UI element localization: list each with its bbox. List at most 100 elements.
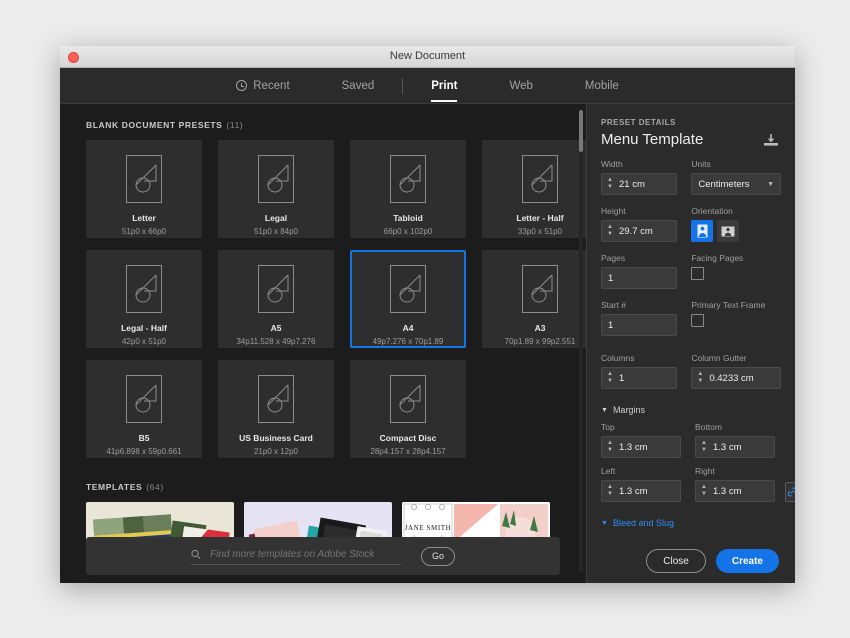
width-value: 21 cm <box>619 178 645 190</box>
tab-print[interactable]: Print <box>405 68 483 104</box>
preset-name-title: Menu Template <box>601 131 704 148</box>
preset-card-dims: 70p1.89 x 99p2.551 <box>504 337 576 346</box>
height-field: Height ▲ ▼ 29.7 cm <box>601 206 678 242</box>
pages-field: Pages 1 <box>601 253 678 289</box>
margin-bottom-input[interactable]: ▲ ▼ 1.3 cm <box>695 436 775 458</box>
margins-link-button[interactable] <box>785 482 795 502</box>
column-gutter-label: Column Gutter <box>691 353 747 363</box>
pages-input[interactable]: 1 <box>601 267 678 289</box>
pages-label: Pages <box>601 253 626 263</box>
blank-presets-count: (11) <box>226 120 244 130</box>
new-document-dialog: New Document Recent Saved Print Web Mobi… <box>60 46 795 583</box>
preset-card-name: Letter - Half <box>516 212 564 223</box>
chevron-down-icon: ▼ <box>601 406 608 414</box>
save-preset-icon[interactable] <box>763 133 779 147</box>
columns-stepper[interactable]: ▲ ▼ <box>604 371 616 384</box>
page-glyph <box>531 164 553 193</box>
preset-card-dims: 21p0 x 12p0 <box>253 447 299 456</box>
margin-right-input[interactable]: ▲ ▼ 1.3 cm <box>695 480 775 502</box>
preset-card[interactable]: Tabloid 66p0 x 102p0 <box>350 140 466 238</box>
tab-recent[interactable]: Recent <box>210 68 315 104</box>
margin-left-right-row: Left ▲ ▼ 1.3 cm Right ▲ ▼ 1.3 cm <box>601 466 775 502</box>
column-gutter-stepper[interactable]: ▲ ▼ <box>694 371 706 384</box>
preset-card[interactable]: Compact Disc 28p4.157 x 28p4.157 <box>350 360 466 458</box>
tab-mobile[interactable]: Mobile <box>559 68 645 104</box>
margins-block: Top ▲ ▼ 1.3 cm Bottom ▲ ▼ 1.3 cm Left ▲ … <box>601 415 795 502</box>
bleed-slug-disclosure[interactable]: ▼ Bleed and Slug <box>601 518 781 528</box>
page-glyph <box>267 384 289 413</box>
create-button[interactable]: Create <box>715 549 779 573</box>
margin-left-input[interactable]: ▲ ▼ 1.3 cm <box>601 480 681 502</box>
preset-card[interactable]: A3 70p1.89 x 99p2.551 <box>482 250 586 348</box>
preset-details-pane: PRESET DETAILS Menu Template Width ▲ ▼ 2… <box>586 104 795 583</box>
margin-top-input[interactable]: ▲ ▼ 1.3 cm <box>601 436 681 458</box>
preset-card[interactable]: Letter - Half 33p0 x 51p0 <box>482 140 586 238</box>
primary-text-frame-checkbox[interactable] <box>691 314 705 327</box>
preset-details-heading: PRESET DETAILS <box>601 118 676 127</box>
preset-card-dims: 66p0 x 102p0 <box>383 227 433 236</box>
margin-left-stepper[interactable]: ▲ ▼ <box>604 484 616 497</box>
preset-card-dims: 33p0 x 51p0 <box>517 227 563 236</box>
preset-card-dims: 34p11.528 x 49p7.276 <box>236 337 316 346</box>
document-page-icon <box>126 265 162 313</box>
preset-card-dims: 28p4.157 x 28p4.157 <box>370 447 446 456</box>
tab-saved-label: Saved <box>341 79 375 92</box>
orientation-field: Orientation <box>691 206 781 242</box>
columns-gutter-row: Columns ▲ ▼ 1 Column Gutter ▲ ▼ 0.4233 cm <box>601 353 781 389</box>
presets-scrollbar-thumb[interactable] <box>579 110 583 152</box>
preset-card[interactable]: Legal - Half 42p0 x 51p0 <box>86 250 202 348</box>
preset-grid: Letter 51p0 x 66p0 Legal 51p0 x 84p0 Tabloid… <box>60 140 586 458</box>
adobe-stock-search-bar: Go <box>86 537 560 575</box>
margin-right-stepper[interactable]: ▲ ▼ <box>698 484 710 497</box>
start-primary-row: Start # 1 Primary Text Frame <box>601 300 781 336</box>
search-go-button[interactable]: Go <box>421 546 455 566</box>
blank-presets-heading: BLANK DOCUMENT PRESETS (11) <box>60 104 586 140</box>
tab-web[interactable]: Web <box>483 68 558 104</box>
orientation-portrait-button[interactable] <box>691 220 714 242</box>
start-number-input[interactable]: 1 <box>601 314 678 336</box>
document-page-icon <box>258 375 294 423</box>
portrait-icon <box>697 224 708 238</box>
width-stepper[interactable]: ▲ ▼ <box>604 177 616 190</box>
tab-bar: Recent Saved Print Web Mobile <box>60 68 795 104</box>
document-page-icon <box>258 265 294 313</box>
link-icon <box>787 487 795 497</box>
orientation-landscape-button[interactable] <box>717 220 740 242</box>
preset-card[interactable]: Legal 51p0 x 84p0 <box>218 140 334 238</box>
column-gutter-input[interactable]: ▲ ▼ 0.4233 cm <box>691 367 781 389</box>
margin-top-value: 1.3 cm <box>619 441 648 453</box>
title-bar: New Document <box>60 46 795 68</box>
preset-card-dims: 51p0 x 84p0 <box>253 227 299 236</box>
margins-disclosure[interactable]: ▼ Margins <box>601 405 781 415</box>
width-input[interactable]: ▲ ▼ 21 cm <box>601 173 678 195</box>
search-input-wrap[interactable] <box>191 547 401 565</box>
start-number-label: Start # <box>601 300 627 310</box>
search-input[interactable] <box>208 547 401 561</box>
orientation-label: Orientation <box>691 206 733 216</box>
document-page-icon <box>522 155 558 203</box>
presets-scrollbar[interactable] <box>579 110 583 572</box>
height-input[interactable]: ▲ ▼ 29.7 cm <box>601 220 678 242</box>
close-button[interactable]: Close <box>646 549 706 573</box>
preset-card[interactable]: A5 34p11.528 x 49p7.276 <box>218 250 334 348</box>
height-stepper[interactable]: ▲ ▼ <box>604 224 616 237</box>
units-label: Units <box>691 159 711 169</box>
units-select[interactable]: Centimeters ▼ <box>691 173 781 195</box>
columns-input[interactable]: ▲ ▼ 1 <box>601 367 678 389</box>
document-page-icon <box>126 155 162 203</box>
search-icon <box>191 549 201 559</box>
facing-pages-checkbox[interactable] <box>691 267 705 280</box>
preset-card[interactable]: Letter 51p0 x 66p0 <box>86 140 202 238</box>
margin-top-stepper[interactable]: ▲ ▼ <box>604 440 616 453</box>
preset-card-name: A4 <box>402 322 414 333</box>
page-glyph <box>267 274 289 303</box>
pages-facing-row: Pages 1 Facing Pages <box>601 253 781 289</box>
preset-card[interactable]: B5 41p6.898 x 59p0.661 <box>86 360 202 458</box>
tab-saved[interactable]: Saved <box>316 68 401 104</box>
margin-bottom-stepper[interactable]: ▲ ▼ <box>698 440 710 453</box>
preset-card[interactable]: US Business Card 21p0 x 12p0 <box>218 360 334 458</box>
preset-card[interactable]: A4 49p7.276 x 70p1.89 <box>350 250 466 348</box>
document-page-icon <box>390 265 426 313</box>
height-label: Height <box>601 206 626 216</box>
primary-text-frame-field: Primary Text Frame <box>691 300 781 336</box>
